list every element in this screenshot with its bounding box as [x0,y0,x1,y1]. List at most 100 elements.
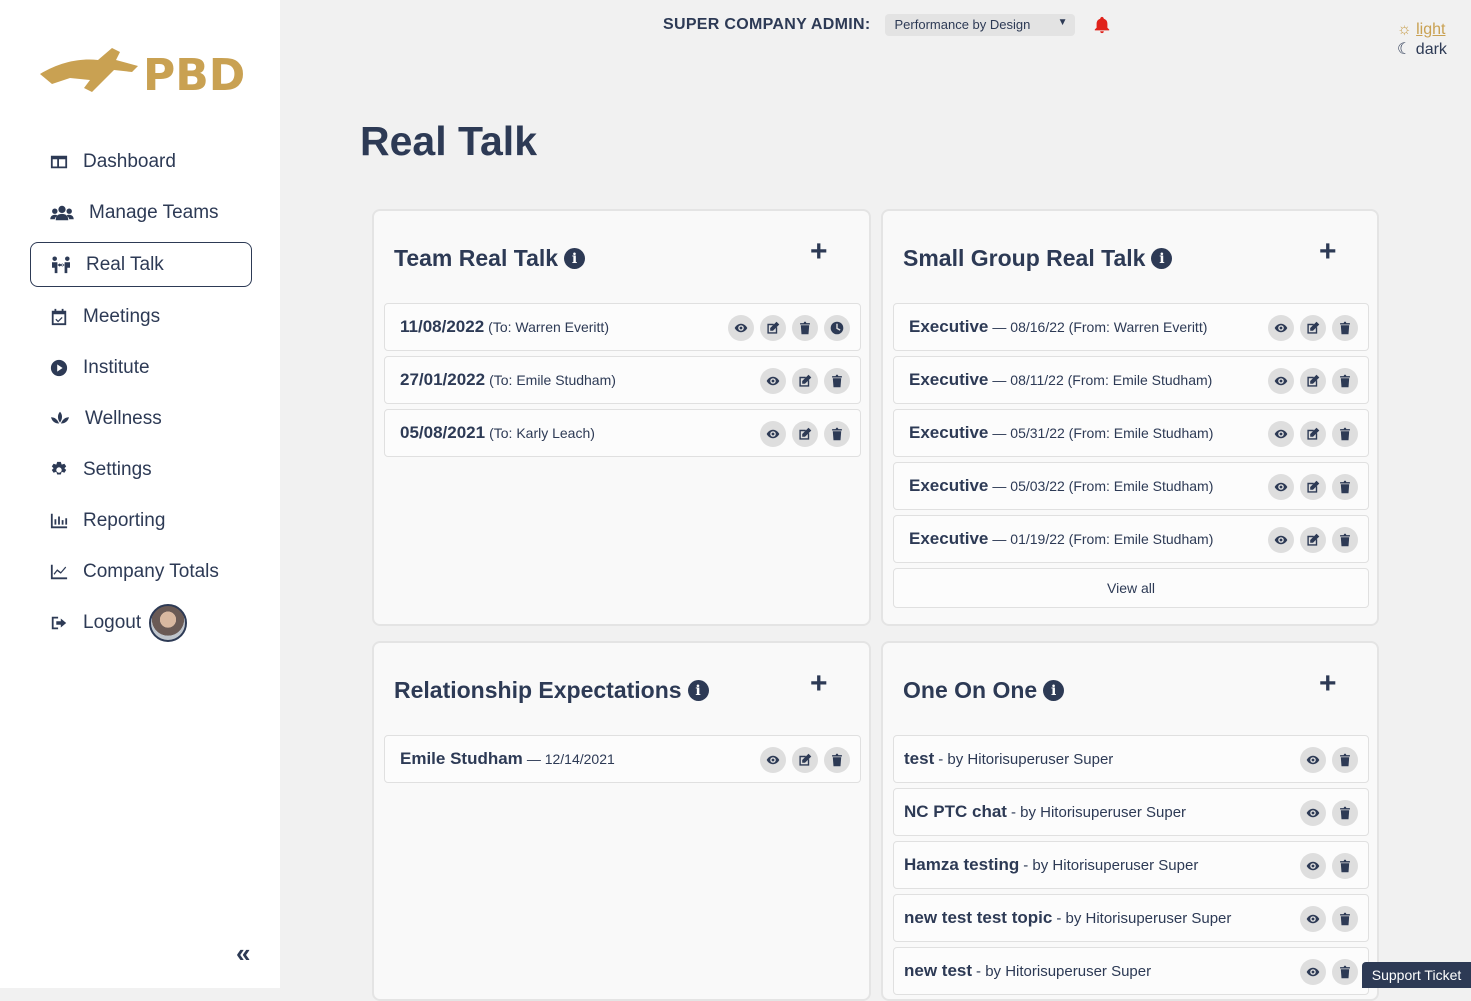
view-button[interactable] [1300,747,1326,773]
info-icon[interactable]: i [687,680,709,701]
delete-button[interactable] [824,368,850,394]
view-button[interactable] [1268,315,1294,341]
edit-button[interactable] [760,315,786,341]
support-ticket-button[interactable]: Support Ticket [1362,962,1471,988]
gear-icon [49,460,69,480]
delete-button[interactable] [1332,747,1358,773]
delete-button[interactable] [1332,315,1358,341]
edit-button[interactable] [1300,421,1326,447]
collapse-sidebar-button[interactable]: « [236,938,250,969]
add-one-on-one-button[interactable]: + [1319,667,1337,701]
dashboard-icon [49,152,69,172]
theme-toggle: ☼ light ☾ dark [1397,20,1447,60]
view-button[interactable] [728,315,754,341]
sidebar-item-dashboard[interactable]: Dashboard [30,139,252,184]
view-button[interactable] [760,747,786,773]
delete-button[interactable] [1332,368,1358,394]
sidebar-item-institute[interactable]: Institute [30,345,252,390]
team-real-talk-title: Team Real Talk [394,245,559,271]
add-relationship-button[interactable]: + [810,667,828,701]
delete-button[interactable] [824,421,850,447]
eye-icon [1274,482,1288,492]
theme-light-option[interactable]: ☼ light [1397,20,1447,40]
view-button[interactable] [1268,527,1294,553]
delete-button[interactable] [824,747,850,773]
view-button[interactable] [1268,474,1294,500]
trash-icon [1340,533,1350,547]
delete-button[interactable] [1332,474,1358,500]
edit-button[interactable] [1300,474,1326,500]
edit-icon [799,374,812,387]
row-actions [1268,527,1358,553]
admin-label: SUPER COMPANY ADMIN: [663,16,871,33]
trash-icon [1340,374,1350,388]
add-team-real-talk-button[interactable]: + [810,235,828,269]
view-all-button[interactable]: View all [893,568,1369,608]
info-icon[interactable]: i [1151,248,1173,269]
delete-button[interactable] [792,315,818,341]
view-button[interactable] [1300,853,1326,879]
add-small-group-button[interactable]: + [1319,235,1337,269]
list-item: 11/08/2022 (To: Warren Everitt) [384,303,861,351]
view-button[interactable] [1300,800,1326,826]
relationship-expectations-card: Relationship Expectations i + Emile Stud… [372,641,871,1001]
edit-button[interactable] [792,368,818,394]
sidebar-item-reporting[interactable]: Reporting [30,498,252,543]
list-item-detail: (To: Emile Studham) [489,372,616,388]
sidebar-item-manage-teams[interactable]: Manage Teams [30,190,252,235]
lotus-icon [49,409,71,429]
sidebar-item-company-totals[interactable]: Company Totals [30,549,252,594]
sidebar-item-real-talk[interactable]: Real Talk [30,242,252,287]
company-select[interactable]: Performance by Design ▼ [884,14,1075,36]
play-circle-icon [49,358,69,378]
sidebar-item-wellness[interactable]: Wellness [30,396,252,441]
view-button[interactable] [760,421,786,447]
sidebar-item-meetings[interactable]: Meetings [30,294,252,339]
trash-icon [832,374,842,388]
list-item-detail: - by Hitorisuperuser Super [976,962,1152,980]
pbd-logo[interactable]: PBD [40,44,250,101]
small-group-real-talk-card: Small Group Real Talk i + Executive — 08… [881,209,1379,626]
list-item-detail: - by Hitorisuperuser Super [1056,909,1232,927]
edit-button[interactable] [1300,315,1326,341]
edit-button[interactable] [792,421,818,447]
avatar[interactable] [149,603,188,642]
delete-button[interactable] [1332,527,1358,553]
row-actions [1268,368,1358,394]
sidebar-item-logout[interactable]: Logout [30,600,252,645]
eye-icon [1274,535,1288,545]
bell-icon[interactable] [1093,16,1111,34]
list-item-name: Hamza testing [904,855,1020,874]
card-title: Small Group Real Talk i [903,245,1173,272]
delete-button[interactable] [1332,853,1358,879]
team-real-talk-card: Team Real Talk i + 11/08/2022 (To: Warre… [372,209,871,626]
row-actions [1300,853,1358,879]
row-actions [760,421,850,447]
list-item-detail: — 01/19/22 (From: Emile Studham) [992,531,1214,547]
list-item: Executive — 05/31/22 (From: Emile Studha… [893,409,1369,457]
delete-button[interactable] [1332,906,1358,932]
view-button[interactable] [1268,368,1294,394]
theme-dark-option[interactable]: ☾ dark [1397,40,1447,60]
view-button[interactable] [1268,421,1294,447]
card-title: One On One i [903,677,1065,704]
info-icon[interactable]: i [1043,680,1065,701]
view-button[interactable] [1300,959,1326,985]
delete-button[interactable] [1332,800,1358,826]
eye-icon [1306,914,1320,924]
trash-icon [1340,480,1350,494]
edit-button[interactable] [1300,527,1326,553]
list-item-date: 27/01/2022 [400,370,486,389]
schedule-button[interactable] [824,315,850,341]
view-button[interactable] [760,368,786,394]
sidebar-item-settings[interactable]: Settings [30,447,252,492]
edit-button[interactable] [1300,368,1326,394]
view-button[interactable] [1300,906,1326,932]
delete-button[interactable] [1332,421,1358,447]
delete-button[interactable] [1332,959,1358,985]
edit-button[interactable] [792,747,818,773]
row-actions [760,747,850,773]
list-item-detail: — 12/14/2021 [526,751,615,767]
edit-icon [799,753,812,766]
info-icon[interactable]: i [564,248,586,269]
